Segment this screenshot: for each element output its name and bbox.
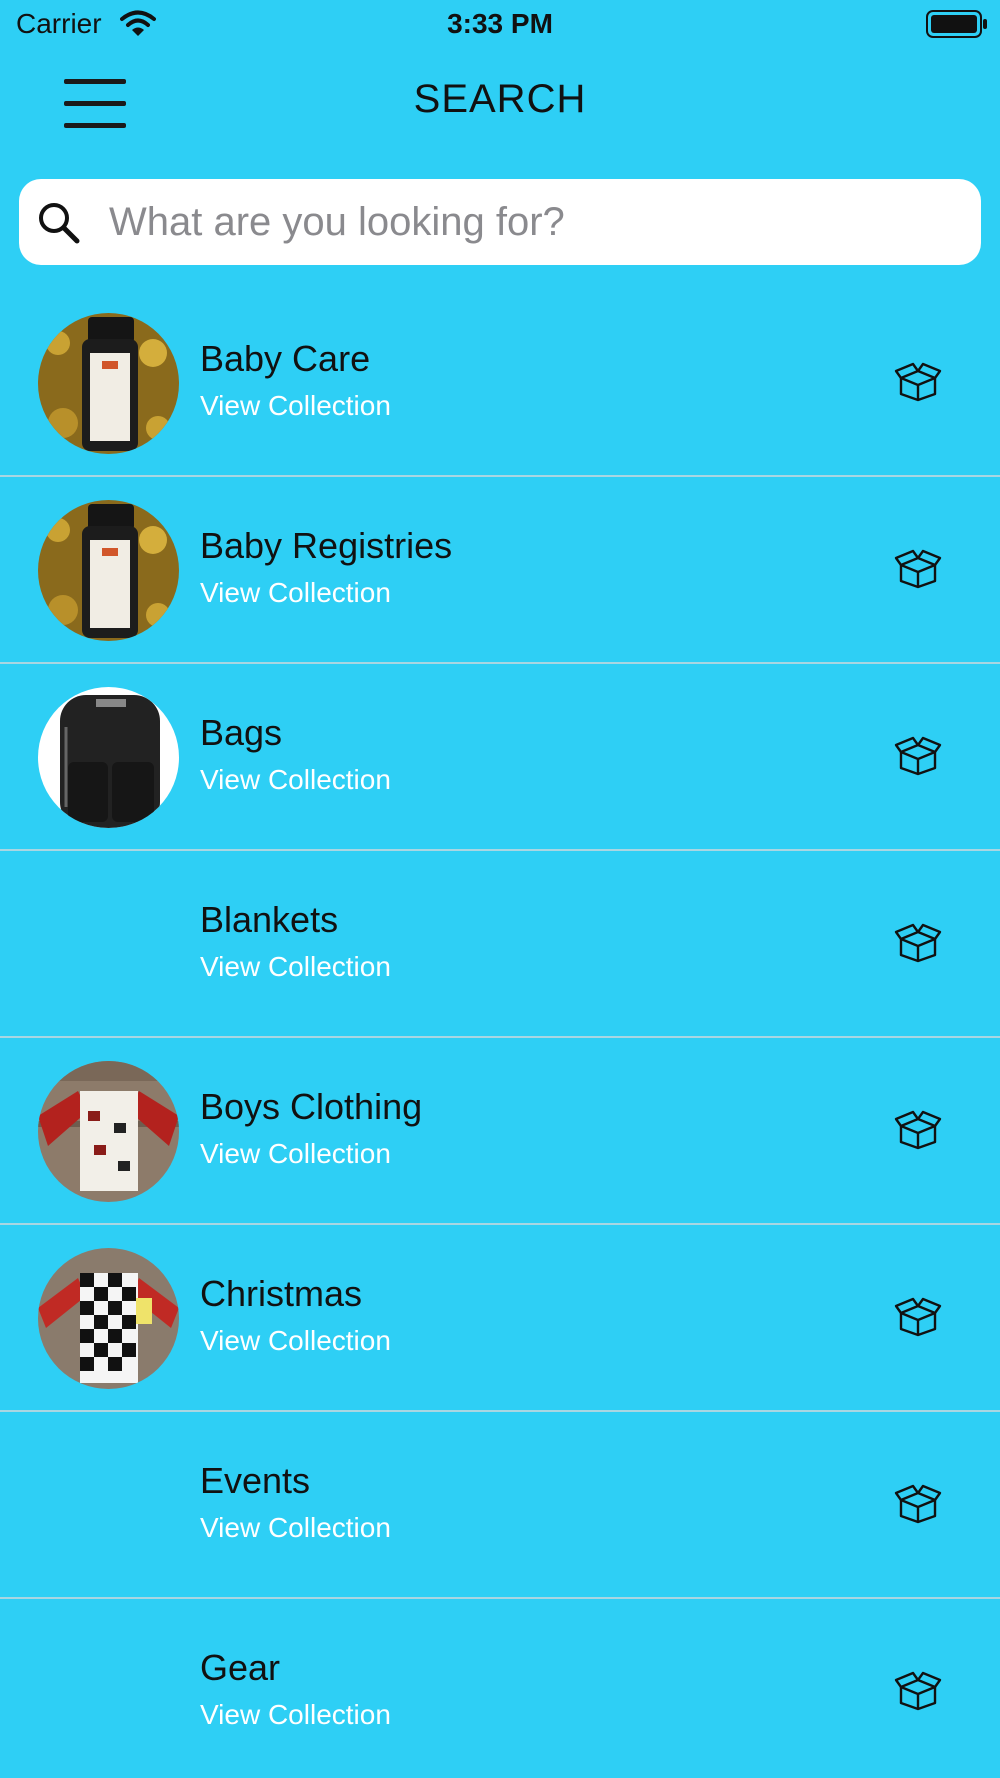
list-item[interactable]: Christmas View Collection <box>0 1225 1000 1412</box>
list-item[interactable]: Baby Registries View Collection <box>0 477 1000 664</box>
page-title: SEARCH <box>413 77 587 121</box>
view-collection-link[interactable]: View Collection <box>200 1512 391 1544</box>
view-collection-link[interactable]: View Collection <box>200 1325 391 1357</box>
list-item[interactable]: Events View Collection <box>0 1412 1000 1599</box>
collection-title: Gear <box>200 1647 281 1688</box>
collection-title: Christmas <box>200 1273 363 1314</box>
view-collection-link[interactable]: View Collection <box>200 1138 391 1170</box>
gift-box-icon[interactable] <box>893 1480 943 1524</box>
search-input[interactable] <box>109 179 959 265</box>
view-collection-link[interactable]: View Collection <box>200 764 391 796</box>
view-collection-link[interactable]: View Collection <box>200 390 391 422</box>
gift-box-icon[interactable] <box>893 545 943 589</box>
collection-thumbnail <box>38 1248 179 1389</box>
collection-title: Boys Clothing <box>200 1086 423 1127</box>
list-item[interactable]: Bags View Collection <box>0 664 1000 851</box>
status-bar: Carrier 3:33 PM <box>0 0 1000 50</box>
gift-box-icon[interactable] <box>893 732 943 776</box>
collection-thumbnail <box>38 1061 179 1202</box>
view-collection-link[interactable]: View Collection <box>200 951 391 983</box>
search-icon <box>39 203 80 244</box>
gift-box-icon[interactable] <box>893 1293 943 1337</box>
collection-title: Baby Registries <box>200 525 453 566</box>
collection-thumbnail <box>38 500 179 641</box>
collection-title: Baby Care <box>200 338 371 379</box>
gift-box-icon[interactable] <box>893 358 943 402</box>
collection-title: Blankets <box>200 899 339 940</box>
view-collection-link[interactable]: View Collection <box>200 577 391 609</box>
collection-title: Bags <box>200 712 283 753</box>
collection-list: Baby Care View Collection Baby Registrie… <box>0 290 1000 1778</box>
collection-title: Events <box>200 1460 311 1501</box>
nav-bar: SEARCH <box>0 55 1000 145</box>
list-item[interactable]: Baby Care View Collection <box>0 290 1000 477</box>
battery-icon <box>926 10 987 38</box>
list-item[interactable]: Gear View Collection <box>0 1599 1000 1778</box>
search-bar[interactable] <box>19 179 981 265</box>
list-item[interactable]: Blankets View Collection <box>0 851 1000 1038</box>
list-item[interactable]: Boys Clothing View Collection <box>0 1038 1000 1225</box>
gift-box-icon[interactable] <box>893 919 943 963</box>
view-collection-link[interactable]: View Collection <box>200 1699 391 1731</box>
collection-thumbnail <box>38 687 179 828</box>
gift-box-icon[interactable] <box>893 1667 943 1711</box>
status-time: 3:33 PM <box>447 8 553 39</box>
gift-box-icon[interactable] <box>893 1106 943 1150</box>
collection-thumbnail <box>38 313 179 454</box>
